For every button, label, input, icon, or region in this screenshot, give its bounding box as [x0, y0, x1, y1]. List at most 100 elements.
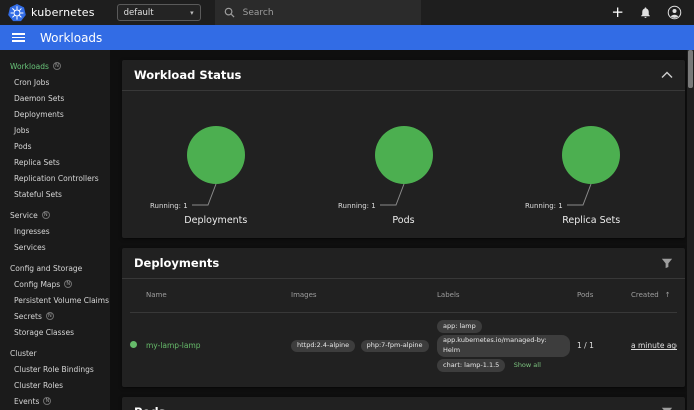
sidebar-item-ingresses[interactable]: Ingresses — [0, 223, 110, 239]
sidebar-item-config-maps[interactable]: Config Maps N — [0, 276, 110, 292]
scrollbar-thumb[interactable] — [688, 50, 693, 88]
namespaced-badge-icon: N — [46, 312, 54, 320]
chevron-down-icon: ▾ — [190, 9, 194, 17]
workload-status-card: Workload Status Running: 1 Deployments — [122, 60, 685, 238]
sidebar-item-label: Events — [14, 397, 39, 406]
label-chip: app.kubernetes.io/managed-by: Helm — [437, 335, 570, 358]
app-bar: Workloads — [0, 25, 694, 50]
kubernetes-logo[interactable]: kubernetes — [8, 4, 95, 22]
sidebar-item-deployments[interactable]: Deployments — [0, 106, 110, 122]
workload-status-title: Workload Status — [134, 68, 241, 82]
deployments-table-header: Name Images Labels Pods Created ↑ — [130, 279, 677, 313]
sidebar-item-label: Secrets — [14, 312, 42, 321]
image-chip: php:7-fpm-alpine — [361, 340, 429, 353]
create-resource-button[interactable]: + — [611, 5, 624, 20]
sort-ascending-icon: ↑ — [665, 285, 675, 306]
collapse-chevron-up-icon[interactable] — [661, 71, 673, 79]
status-cell — [130, 340, 146, 351]
main-content: Workload Status Running: 1 Deployments — [110, 50, 694, 410]
sidebar-section-cluster: Cluster — [0, 345, 110, 361]
search-input[interactable] — [243, 8, 393, 18]
notifications-bell-icon[interactable] — [639, 6, 652, 19]
topbar-actions: + — [611, 5, 686, 20]
sidebar: Workloads N Cron Jobs Daemon Sets Deploy… — [0, 50, 110, 410]
sidebar-item-service[interactable]: Service N — [0, 207, 110, 223]
labels-cell: app: lamp app.kubernetes.io/managed-by: … — [437, 319, 577, 373]
chart-label: Deployments — [184, 215, 247, 226]
sidebar-item-label: Config Maps — [14, 280, 60, 289]
sidebar-item-daemon-sets[interactable]: Daemon Sets — [0, 90, 110, 106]
running-pie-slice — [187, 126, 245, 184]
chart-legend: Running: 1 — [150, 202, 188, 210]
sidebar-item-stateful-sets[interactable]: Stateful Sets — [0, 186, 110, 202]
sidebar-item-label: Stateful Sets — [14, 190, 62, 199]
images-cell: httpd:2.4-alpine php:7-fpm-alpine — [291, 339, 437, 354]
pods-status-chart: Running: 1 Pods — [310, 101, 498, 226]
pods-title: Pods — [134, 405, 165, 410]
sidebar-item-replica-sets[interactable]: Replica Sets — [0, 154, 110, 170]
deployment-name-link[interactable]: my-lamp-lamp — [146, 341, 201, 350]
sidebar-item-cluster-role-bindings[interactable]: Cluster Role Bindings — [0, 361, 110, 377]
filter-icon[interactable] — [661, 257, 673, 269]
user-account-icon[interactable] — [667, 5, 682, 20]
namespaced-badge-icon: N — [43, 397, 51, 405]
sidebar-item-label: Persistent Volume Claims — [14, 296, 109, 305]
sidebar-item-pods[interactable]: Pods — [0, 138, 110, 154]
pods-card: Pods Name Images Labels Node Status Rest… — [122, 397, 685, 410]
namespaced-badge-icon: N — [42, 211, 50, 219]
sidebar-item-storage-classes[interactable]: Storage Classes — [0, 324, 110, 340]
running-pie-slice — [562, 126, 620, 184]
sidebar-item-events[interactable]: Events N — [0, 393, 110, 409]
sidebar-item-replication-controllers[interactable]: Replication Controllers — [0, 170, 110, 186]
page-title: Workloads — [40, 31, 102, 45]
image-chip: httpd:2.4-alpine — [291, 340, 355, 353]
pods-count: 1 / 1 — [577, 340, 631, 351]
sidebar-item-label: Ingresses — [14, 227, 50, 236]
search-bar[interactable] — [215, 0, 421, 25]
namespaced-badge-icon: N — [53, 62, 61, 70]
search-icon — [224, 7, 235, 18]
menu-hamburger-icon[interactable] — [10, 29, 27, 46]
legend-callout-line — [192, 184, 216, 205]
sidebar-item-label: Cluster Roles — [14, 381, 63, 390]
deployments-card: Deployments Name Images Labels Pods Crea… — [122, 248, 685, 387]
chart-legend: Running: 1 — [525, 202, 563, 210]
sidebar-item-services[interactable]: Services — [0, 239, 110, 255]
sidebar-item-cluster-roles[interactable]: Cluster Roles — [0, 377, 110, 393]
brand-text: kubernetes — [31, 6, 95, 19]
column-header-created[interactable]: Created ↑ — [631, 279, 679, 312]
sidebar-item-label: Service — [10, 211, 38, 220]
sidebar-section-label: Cluster — [10, 349, 37, 358]
column-header-name[interactable]: Name — [146, 285, 291, 306]
table-row[interactable]: my-lamp-lamp httpd:2.4-alpine php:7-fpm-… — [130, 313, 677, 379]
filter-icon[interactable] — [661, 406, 673, 410]
namespace-selector[interactable]: default ▾ — [117, 4, 201, 21]
created-timestamp[interactable]: a minute ago — [631, 340, 677, 351]
deployments-status-chart: Running: 1 Deployments — [122, 101, 310, 226]
sidebar-item-cron-jobs[interactable]: Cron Jobs — [0, 74, 110, 90]
legend-callout-line — [380, 184, 404, 205]
show-all-link[interactable]: Show all — [514, 361, 541, 369]
sidebar-item-secrets[interactable]: Secrets N — [0, 308, 110, 324]
sidebar-item-jobs[interactable]: Jobs — [0, 122, 110, 138]
scrollbar-track[interactable] — [687, 50, 694, 410]
sidebar-section-config-and-storage: Config and Storage — [0, 260, 110, 276]
chart-legend: Running: 1 — [338, 202, 376, 210]
column-header-labels[interactable]: Labels — [437, 285, 577, 306]
workload-status-charts: Running: 1 Deployments Running: 1 Pods — [122, 91, 685, 238]
sidebar-item-label: Pods — [14, 142, 32, 151]
sidebar-item-label: Storage Classes — [14, 328, 74, 337]
deployments-title: Deployments — [134, 256, 219, 270]
running-pie-slice — [375, 126, 433, 184]
kubernetes-wheel-icon — [8, 4, 26, 22]
namespace-value: default — [124, 8, 154, 18]
top-bar: kubernetes default ▾ + — [0, 0, 694, 25]
column-header-label: Created — [631, 285, 663, 306]
column-header-images[interactable]: Images — [291, 285, 437, 306]
spacer — [130, 290, 146, 302]
column-header-pods[interactable]: Pods — [577, 285, 631, 306]
sidebar-item-workloads[interactable]: Workloads N — [0, 58, 110, 74]
chart-label: Replica Sets — [562, 215, 620, 226]
sidebar-item-persistent-volume-claims[interactable]: Persistent Volume Claims N — [0, 292, 110, 308]
legend-callout-line — [567, 184, 591, 205]
